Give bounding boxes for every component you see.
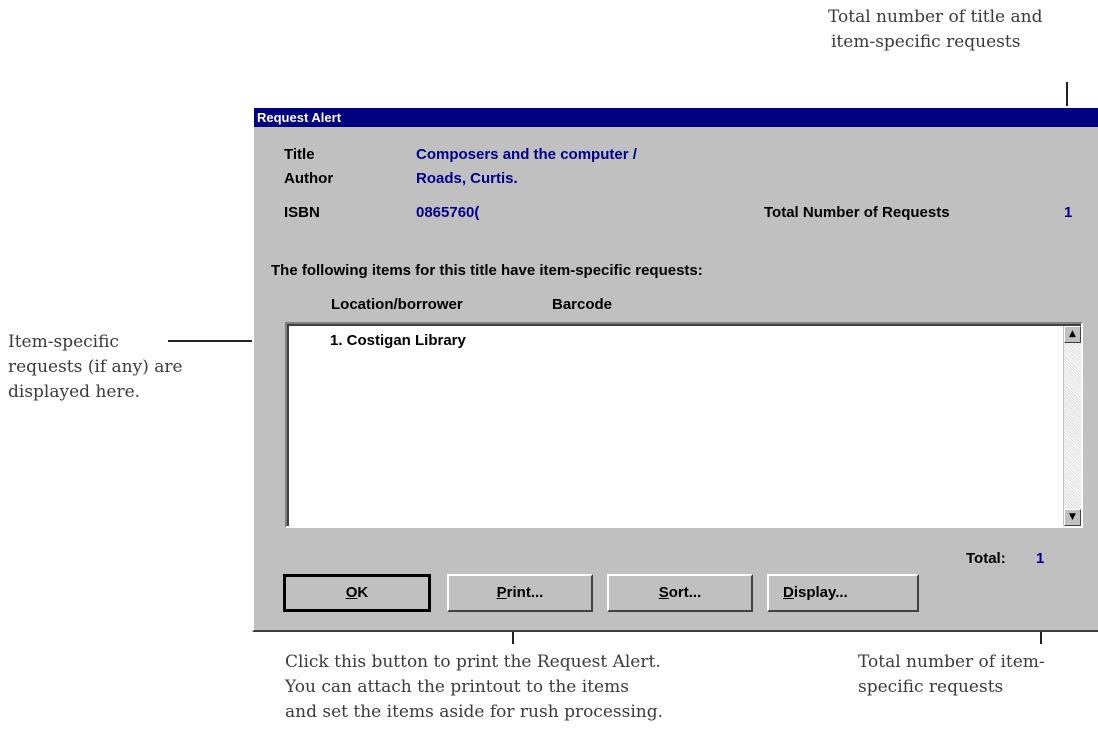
total-value: 1: [1036, 550, 1045, 567]
ok-button-mnemonic: O: [345, 584, 358, 601]
ok-button[interactable]: OK: [283, 574, 431, 612]
scroll-down-button[interactable]: ▼: [1064, 509, 1081, 526]
request-alert-dialog: Request Alert Title Composers and the co…: [252, 106, 1098, 632]
title-label: Title: [284, 146, 315, 163]
total-label: Total:: [966, 550, 1006, 567]
column-header-location: Location/borrower: [331, 296, 463, 313]
author-value: Roads, Curtis.: [416, 170, 518, 187]
print-button-mnemonic: P: [496, 584, 507, 601]
total-requests-value: 1: [1064, 204, 1073, 221]
item-requests-list[interactable]: 1. Costigan Library ▲ ▼: [285, 322, 1083, 528]
total-requests-label: Total Number of Requests: [764, 204, 950, 221]
arrow-down-icon: ▼: [1069, 512, 1076, 522]
author-label: Author: [284, 170, 334, 187]
items-heading: The following items for this title have …: [271, 262, 703, 279]
scroll-up-button[interactable]: ▲: [1064, 326, 1081, 343]
print-button-label: rint...: [506, 584, 544, 601]
callout-item-specific-total: Total number of item- specific requests: [858, 652, 1045, 697]
isbn-label: ISBN: [284, 204, 320, 221]
sort-button-label: ort...: [668, 584, 702, 601]
display-button[interactable]: Display...: [767, 574, 919, 612]
callout-item-specific-area: Item-specific requests (if any) are disp…: [8, 332, 183, 402]
isbn-value: 0865760(: [416, 204, 480, 221]
dialog-title-bar[interactable]: Request Alert: [254, 108, 1098, 127]
display-button-label: isplay...: [793, 584, 848, 601]
callout-print-button: Click this button to print the Request A…: [285, 652, 664, 722]
sort-button-mnemonic: S: [658, 584, 669, 601]
title-value: Composers and the computer /: [416, 146, 637, 163]
column-header-barcode: Barcode: [552, 296, 613, 313]
display-button-mnemonic: D: [783, 584, 794, 601]
sort-button[interactable]: Sort...: [607, 574, 753, 612]
ok-button-label: K: [357, 584, 369, 601]
callout-total-title-requests: Total number of title and item-specific …: [828, 7, 1043, 52]
list-item[interactable]: 1. Costigan Library: [330, 332, 466, 350]
list-scrollbar[interactable]: ▲ ▼: [1063, 326, 1081, 526]
print-button[interactable]: Print...: [447, 574, 593, 612]
arrow-up-icon: ▲: [1069, 329, 1076, 339]
